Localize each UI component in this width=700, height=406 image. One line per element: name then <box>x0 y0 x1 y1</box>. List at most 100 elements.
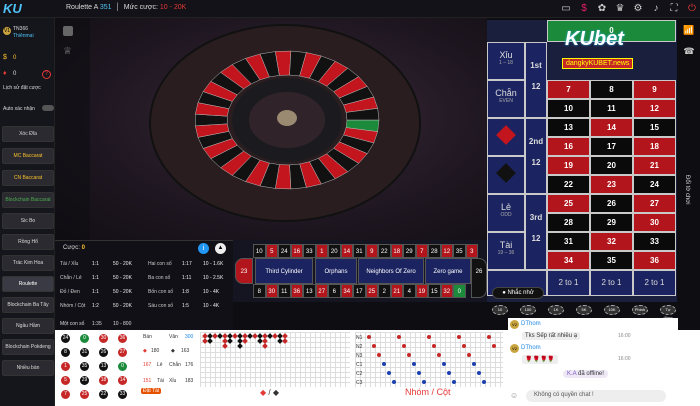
number-cell-7[interactable]: 7 <box>547 80 590 99</box>
number-cell-33[interactable]: 33 <box>633 232 676 251</box>
race-number-26[interactable]: 26 <box>471 258 487 298</box>
game-item-1[interactable]: MC Baccarat <box>2 148 54 164</box>
chip-2[interactable]: 1K <box>548 305 564 315</box>
number-cell-21[interactable]: 21 <box>633 156 676 175</box>
race-number-20[interactable]: 20 <box>328 244 341 258</box>
game-item-9[interactable]: Ngầu Hầm <box>2 318 54 334</box>
settings-icon[interactable]: ⚙ <box>632 3 644 15</box>
race-number-11[interactable]: 11 <box>278 284 291 298</box>
race-number-27[interactable]: 27 <box>315 284 328 298</box>
race-section-3[interactable]: Zero game <box>425 258 471 284</box>
race-number-21[interactable]: 21 <box>390 284 403 298</box>
number-cell-9[interactable]: 9 <box>633 80 676 99</box>
race-number-33[interactable]: 33 <box>303 244 316 258</box>
outside-bet-1[interactable]: Chẵn EVEN <box>487 80 525 118</box>
camera-icon[interactable] <box>63 26 73 36</box>
number-cell-29[interactable]: 29 <box>590 213 633 232</box>
number-cell-25[interactable]: 25 <box>547 194 590 213</box>
race-section-2[interactable]: Neighbors Of Zero <box>358 258 424 284</box>
race-number-4[interactable]: 4 <box>403 284 416 298</box>
outside-bet-4[interactable]: Lẻ ODD <box>487 194 525 232</box>
change-table-label[interactable]: Đổi tờ chơi <box>684 175 690 205</box>
number-cell-26[interactable]: 26 <box>590 194 633 213</box>
dozen-bet-2[interactable]: 3rd 12 <box>525 194 547 270</box>
outside-bet-3[interactable] <box>487 156 525 194</box>
number-cell-13[interactable]: 13 <box>547 118 590 137</box>
number-cell-23[interactable]: 23 <box>590 175 633 194</box>
dozen-bet-0[interactable]: 1st 12 <box>525 42 547 118</box>
race-number-18[interactable]: 18 <box>390 244 403 258</box>
number-cell-20[interactable]: 20 <box>590 156 633 175</box>
race-number-35[interactable]: 35 <box>453 244 466 258</box>
game-item-5[interactable]: Rồng Hổ <box>2 234 54 250</box>
number-cell-19[interactable]: 19 <box>547 156 590 175</box>
dozen-bet-1[interactable]: 2nd 12 <box>525 118 547 194</box>
race-number-9[interactable]: 9 <box>365 244 378 258</box>
race-number-0[interactable]: 0 <box>453 284 466 298</box>
race-number-28[interactable]: 28 <box>428 244 441 258</box>
outside-bet-5[interactable]: Tài 19 – 36 <box>487 232 525 270</box>
number-cell-17[interactable]: 17 <box>590 137 633 156</box>
race-number-14[interactable]: 14 <box>340 244 353 258</box>
race-number-31[interactable]: 31 <box>353 244 366 258</box>
race-number-1[interactable]: 1 <box>315 244 328 258</box>
race-number-6[interactable]: 6 <box>328 284 341 298</box>
number-cell-28[interactable]: 28 <box>547 213 590 232</box>
race-number-16[interactable]: 16 <box>290 244 303 258</box>
auto-confirm-toggle[interactable] <box>42 105 54 111</box>
number-cell-27[interactable]: 27 <box>633 194 676 213</box>
number-cell-24[interactable]: 24 <box>633 175 676 194</box>
race-number-10[interactable]: 10 <box>253 244 266 258</box>
sound-icon[interactable]: ♪ <box>650 3 662 15</box>
number-cell-34[interactable]: 34 <box>547 251 590 270</box>
number-cell-14[interactable]: 14 <box>590 118 633 137</box>
race-section-0[interactable]: Third Cylinder <box>255 258 313 284</box>
game-item-10[interactable]: Blockchain Pokdeng <box>2 339 54 355</box>
race-number-23[interactable]: 23 <box>235 258 253 284</box>
emoji-icon[interactable]: ☺ <box>510 391 518 400</box>
chat-icon[interactable]: ▭ <box>560 3 572 15</box>
chip-6[interactable]: Tự động <box>660 305 676 320</box>
number-cell-31[interactable]: 31 <box>547 232 590 251</box>
race-number-13[interactable]: 13 <box>303 284 316 298</box>
number-cell-36[interactable]: 36 <box>633 251 676 270</box>
race-number-19[interactable]: 19 <box>415 284 428 298</box>
number-cell-30[interactable]: 30 <box>633 213 676 232</box>
bet-badge[interactable]: Đặt Tài <box>141 388 162 394</box>
gift-icon[interactable]: ✿ <box>596 3 608 15</box>
game-item-2[interactable]: CN Baccarat <box>2 170 54 186</box>
game-item-11[interactable]: Nhiều bàn <box>2 360 54 376</box>
game-item-3[interactable]: Blockchain Baccarat <box>2 192 54 208</box>
column-bet-0[interactable]: 2 to 1 <box>547 270 590 296</box>
info-icon[interactable]: i <box>198 243 209 254</box>
chip-5[interactable]: Phinh <box>632 305 648 315</box>
chip-0[interactable]: 10 <box>492 305 508 315</box>
history-link[interactable]: Lịch sử đặt cược <box>3 85 41 91</box>
exit-icon[interactable]: ⏻ <box>686 3 698 15</box>
race-number-3[interactable]: 3 <box>465 244 478 258</box>
chip-4[interactable]: 10K <box>604 305 620 315</box>
chip-3[interactable]: 5K <box>576 305 592 315</box>
number-cell-16[interactable]: 16 <box>547 137 590 156</box>
race-number-36[interactable]: 36 <box>290 284 303 298</box>
race-number-32[interactable]: 32 <box>440 284 453 298</box>
remind-button[interactable]: ● Nhắc nhở <box>492 287 544 299</box>
chip-1[interactable]: 100 <box>520 305 536 315</box>
outside-bet-2[interactable] <box>487 118 525 156</box>
race-number-2[interactable]: 2 <box>378 284 391 298</box>
collapse-icon[interactable]: ▲ <box>215 243 226 254</box>
column-bet-2[interactable]: 2 to 1 <box>633 270 676 296</box>
number-cell-15[interactable]: 15 <box>633 118 676 137</box>
race-number-29[interactable]: 29 <box>403 244 416 258</box>
race-number-8[interactable]: 8 <box>253 284 266 298</box>
help-icon[interactable]: ? <box>42 70 51 79</box>
number-cell-8[interactable]: 8 <box>590 80 633 99</box>
race-number-5[interactable]: 5 <box>265 244 278 258</box>
dollar-icon[interactable]: $ <box>578 3 590 15</box>
fullscreen-icon[interactable]: ⛶ <box>668 3 680 15</box>
race-number-25[interactable]: 25 <box>365 284 378 298</box>
race-number-30[interactable]: 30 <box>265 284 278 298</box>
race-number-7[interactable]: 7 <box>415 244 428 258</box>
number-cell-11[interactable]: 11 <box>590 99 633 118</box>
trophy-icon[interactable]: ♛ <box>614 3 626 15</box>
